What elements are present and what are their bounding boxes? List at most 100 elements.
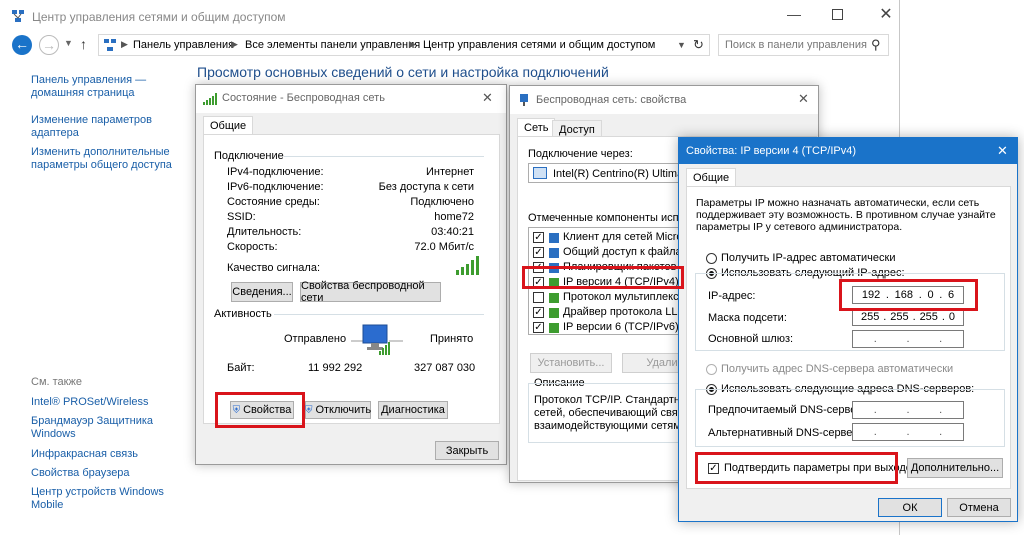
octet-dot: . bbox=[883, 311, 887, 323]
close-icon[interactable]: ✕ bbox=[798, 91, 809, 107]
auto-ip-radio[interactable] bbox=[706, 253, 717, 264]
row-label: SSID: bbox=[227, 211, 256, 223]
row-value: 03:40:21 bbox=[431, 226, 474, 238]
highlight-validate-checkbox bbox=[695, 452, 898, 484]
mask-octet: 255 bbox=[860, 311, 880, 323]
ipv4-tab-panel: Параметры IP можно назначать автоматичес… bbox=[686, 186, 1011, 489]
highlight-ipv4-item bbox=[522, 266, 684, 289]
row-value: home72 bbox=[434, 211, 474, 223]
cancel-button[interactable]: Отмена bbox=[947, 498, 1011, 517]
mask-octet: 0 bbox=[948, 311, 955, 323]
close-icon[interactable]: ✕ bbox=[997, 143, 1008, 159]
search-icon[interactable]: ⚲ bbox=[871, 37, 881, 53]
connect-via-label: Подключение через: bbox=[528, 148, 633, 160]
back-button[interactable]: ← bbox=[12, 35, 32, 55]
signal-icon bbox=[203, 93, 217, 105]
sidebar-link-sharing[interactable]: Изменить дополнительные параметры общего… bbox=[31, 146, 191, 172]
component-checkbox[interactable]: ✓ bbox=[533, 247, 544, 258]
row-value: Интернет bbox=[426, 166, 474, 178]
breadcrumb-item[interactable]: Центр управления сетями и общим доступом bbox=[423, 39, 655, 51]
component-checkbox[interactable]: ✓ bbox=[533, 322, 544, 333]
breadcrumb-separator-icon: ▶ bbox=[409, 39, 416, 49]
component-checkbox[interactable]: ✓ bbox=[533, 307, 544, 318]
highlight-ip-address bbox=[839, 279, 978, 311]
see-also-link[interactable]: Инфракрасная связь bbox=[31, 448, 138, 461]
mask-octet: 255 bbox=[919, 311, 938, 323]
close-icon[interactable]: ✕ bbox=[482, 90, 493, 106]
ok-button[interactable]: ОК bbox=[878, 498, 942, 517]
bytes-sent-value: 11 992 292 bbox=[308, 362, 363, 374]
see-also-link[interactable]: Intel® PROSet/Wireless bbox=[31, 396, 149, 409]
preferred-dns-field[interactable]: ... bbox=[852, 401, 964, 419]
description-text: Протокол TCP/IP. Стандартный сетей, обес… bbox=[534, 394, 699, 432]
network-icon bbox=[11, 9, 25, 23]
octet-dot: . bbox=[941, 311, 945, 323]
props-title-bar: Беспроводная сеть: свойства ✕ bbox=[510, 86, 818, 114]
breadcrumb-separator-icon: ▶ bbox=[231, 39, 238, 49]
history-dropdown-icon[interactable]: ▼ bbox=[64, 38, 73, 48]
preferred-dns-label: Предпочитаемый DNS-сервер: bbox=[708, 404, 866, 416]
breadcrumb-separator-icon: ▶ bbox=[121, 39, 128, 49]
address-dropdown-icon[interactable]: ▼ bbox=[677, 40, 686, 50]
component-icon bbox=[549, 293, 559, 303]
disable-button-label: Отключить bbox=[315, 404, 372, 416]
search-box[interactable]: Поиск в панели управления ⚲ bbox=[718, 34, 889, 56]
up-arrow-icon[interactable]: ↑ bbox=[80, 36, 87, 52]
install-button[interactable]: Установить... bbox=[530, 353, 612, 373]
see-also-link[interactable]: Свойства браузера bbox=[31, 467, 130, 480]
breadcrumb-item[interactable]: Все элементы панели управления bbox=[245, 39, 420, 51]
see-also-heading: См. также bbox=[31, 376, 82, 388]
sidebar-link-adapter[interactable]: Изменение параметров адаптера bbox=[31, 114, 181, 140]
octet-dot: . bbox=[906, 333, 910, 345]
tab-general[interactable]: Общие bbox=[203, 116, 254, 135]
search-input[interactable]: Поиск в панели управления bbox=[725, 39, 867, 51]
auto-dns-label: Получить адрес DNS-сервера автоматически bbox=[721, 363, 954, 375]
close-icon[interactable]: ✕ bbox=[876, 4, 896, 24]
forward-button[interactable]: → bbox=[39, 35, 59, 55]
sidebar-link-home[interactable]: Панель управления — домашняя страница bbox=[31, 74, 181, 100]
address-bar[interactable]: ▶ Панель управления ▶ Все элементы панел… bbox=[98, 34, 710, 56]
props-title: Беспроводная сеть: свойства bbox=[536, 94, 687, 106]
sidebar: Панель управления — домашняя страница Из… bbox=[0, 58, 190, 535]
row-label: Длительность: bbox=[227, 226, 302, 238]
wireless-properties-button[interactable]: Свойства беспроводной сети bbox=[300, 280, 441, 304]
component-checkbox[interactable]: ✓ bbox=[533, 232, 544, 243]
refresh-icon[interactable]: ↻ bbox=[693, 37, 704, 53]
advanced-button[interactable]: Дополнительно... bbox=[907, 458, 1003, 478]
diagnostics-button[interactable]: Диагностика bbox=[378, 401, 448, 419]
breadcrumb-item[interactable]: Панель управления bbox=[133, 39, 234, 51]
octet-dot: . bbox=[873, 426, 877, 438]
gateway-field[interactable]: ... bbox=[852, 330, 964, 348]
octet-dot: . bbox=[873, 333, 877, 345]
close-button[interactable]: Закрыть bbox=[435, 441, 499, 460]
octet-dot: . bbox=[906, 426, 910, 438]
group-divider bbox=[274, 314, 484, 315]
connection-group-label: Подключение bbox=[214, 150, 284, 162]
nav-bar: ← → ▼ ↑ ▶ Панель управления ▶ Все элемен… bbox=[0, 34, 1024, 58]
gateway-label: Основной шлюз: bbox=[708, 333, 794, 345]
maximize-icon[interactable] bbox=[832, 9, 843, 20]
see-also-link[interactable]: Брандмауэр Защитника Windows bbox=[31, 415, 153, 441]
octet-dot: . bbox=[912, 311, 916, 323]
row-label: Состояние среды: bbox=[227, 196, 320, 208]
row-label: IPv6-подключение: bbox=[227, 181, 324, 193]
tab-general[interactable]: Общие bbox=[686, 168, 737, 187]
component-checkbox[interactable] bbox=[533, 292, 544, 303]
component-label: Протокол мультиплексора bbox=[563, 291, 698, 303]
row-value: 72.0 Мбит/с bbox=[414, 241, 474, 253]
minimize-icon[interactable]: — bbox=[784, 6, 804, 26]
component-label: Драйвер протокола LLDP bbox=[563, 306, 693, 318]
octet-dot: . bbox=[906, 404, 910, 416]
activity-group-label: Активность bbox=[214, 308, 272, 320]
ipv4-intro-text: Параметры IP можно назначать автоматичес… bbox=[696, 197, 996, 233]
status-tab-panel: Подключение IPv4-подключение: Интернет I… bbox=[203, 134, 500, 424]
network-adapter-icon bbox=[518, 93, 530, 107]
alternate-dns-field[interactable]: ... bbox=[852, 423, 964, 441]
details-button[interactable]: Сведения... bbox=[231, 282, 293, 302]
main-title-bar: Центр управления сетями и общим доступом… bbox=[0, 0, 1024, 34]
see-also-link[interactable]: Центр устройств Windows Mobile bbox=[31, 486, 164, 512]
disable-button[interactable]: ⛨ Отключить bbox=[305, 401, 371, 419]
ipv4-title-bar: Свойства: IP версии 4 (TCP/IPv4) ✕ bbox=[679, 138, 1017, 164]
tab-network[interactable]: Сеть bbox=[517, 118, 556, 137]
auto-dns-radio[interactable] bbox=[706, 364, 717, 375]
